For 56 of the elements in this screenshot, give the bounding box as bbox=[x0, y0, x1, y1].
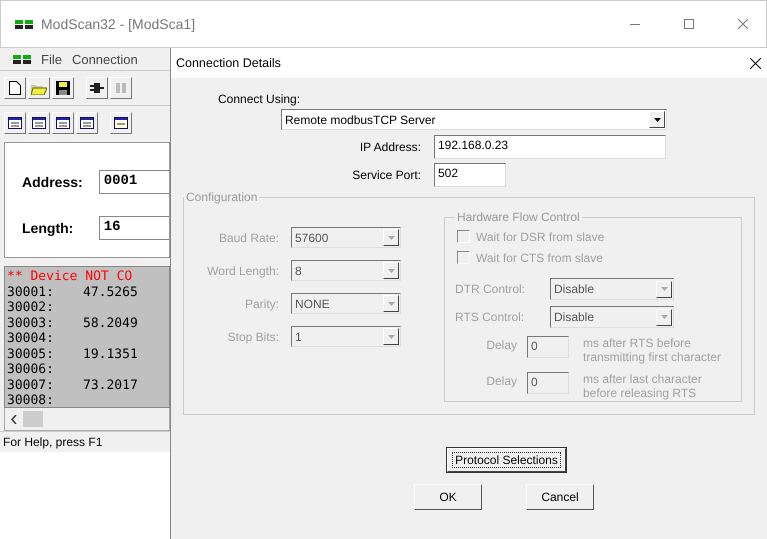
register-address: 30004: bbox=[7, 331, 55, 346]
open-folder-icon[interactable] bbox=[28, 77, 50, 99]
register-value: 47.5265 bbox=[82, 284, 138, 300]
delay-label: Delay bbox=[485, 337, 518, 352]
field-label: RTS Control: bbox=[455, 310, 526, 324]
ip-address-label: IP Address: bbox=[358, 140, 422, 154]
register-view-icon[interactable] bbox=[28, 112, 50, 134]
cancel-button[interactable]: Cancel bbox=[526, 484, 594, 510]
service-port-field[interactable]: 502 bbox=[434, 163, 506, 187]
length-field[interactable]: 16 bbox=[98, 216, 169, 240]
delay-label: Delay bbox=[485, 373, 518, 388]
register-address: 30001: bbox=[7, 284, 55, 300]
register-address: 30005: bbox=[7, 346, 55, 362]
register-view-icon[interactable] bbox=[110, 112, 132, 134]
checkbox-label: Wait for CTS from slave bbox=[476, 250, 603, 264]
scroll-thumb[interactable] bbox=[23, 411, 43, 427]
protocol-selections-button[interactable]: Protocol Selections bbox=[447, 448, 566, 472]
register-address: 30007: bbox=[7, 378, 55, 393]
register-address: 30006: bbox=[7, 362, 55, 378]
new-file-icon[interactable] bbox=[4, 77, 26, 99]
field-label: DTR Control: bbox=[455, 282, 526, 296]
field-label: Word Length: bbox=[206, 264, 280, 278]
field-label: Stop Bits: bbox=[226, 330, 280, 344]
register-address: 30008: bbox=[7, 393, 55, 407]
ip-address-field[interactable]: 192.168.0.23 bbox=[434, 135, 666, 159]
register-view-icon[interactable] bbox=[4, 112, 26, 134]
field-label: Baud Rate: bbox=[218, 230, 280, 244]
field-label: Parity: bbox=[244, 296, 280, 310]
register-value: 58.2049 bbox=[82, 316, 138, 331]
register-address: 30003: bbox=[7, 316, 55, 331]
register-value: 73.2017 bbox=[82, 378, 138, 393]
register-view-icon[interactable] bbox=[52, 112, 74, 134]
register-view-icon[interactable] bbox=[76, 112, 98, 134]
horizontal-scrollbar[interactable] bbox=[4, 408, 170, 431]
window-title: ModScan32 - [ModSca1] bbox=[41, 16, 196, 32]
menu-item[interactable]: Connection bbox=[72, 52, 138, 66]
service-port-label: Service Port: bbox=[351, 168, 422, 182]
hardware-flow-legend: Hardware Flow Control bbox=[455, 210, 582, 224]
connect-using-dropdown[interactable]: Remote modbusTCP Server bbox=[281, 109, 667, 130]
status-message: ** Device NOT CO bbox=[7, 269, 134, 284]
connect-using-label: Connect Using: bbox=[218, 92, 302, 106]
delay-note: ms after RTS before transmitting first character bbox=[583, 336, 722, 364]
length-label: Length: bbox=[22, 220, 74, 236]
register-value: 19.1351 bbox=[82, 346, 138, 362]
register-address: 30002: bbox=[7, 300, 55, 316]
menu-item[interactable]: File bbox=[41, 52, 62, 66]
configuration-legend: Configuration bbox=[184, 190, 260, 204]
address-field[interactable]: 0001 bbox=[98, 170, 169, 194]
checkbox-label: Wait for DSR from slave bbox=[476, 230, 604, 244]
address-label: Address: bbox=[22, 174, 83, 190]
ok-button[interactable]: OK bbox=[414, 484, 482, 510]
app-icon bbox=[13, 54, 31, 64]
app-icon bbox=[15, 20, 33, 28]
save-icon[interactable] bbox=[52, 77, 74, 99]
delay-note: ms after last character before releasing RTS bbox=[583, 372, 703, 400]
dialog-title: Connection Details bbox=[176, 56, 282, 70]
